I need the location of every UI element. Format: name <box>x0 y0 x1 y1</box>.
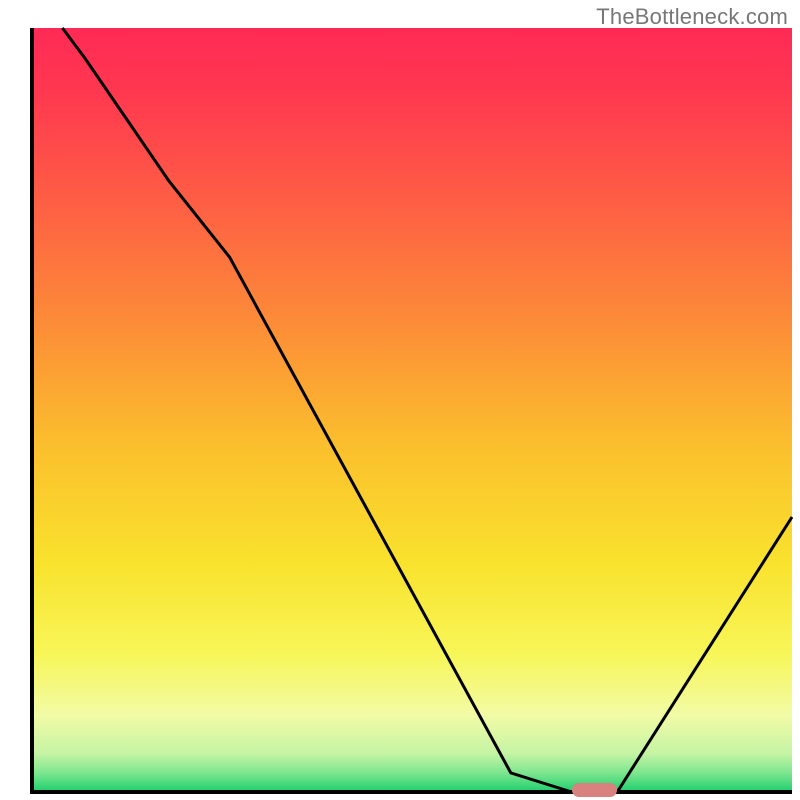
bottleneck-chart: TheBottleneck.com <box>0 0 800 800</box>
watermark-text: TheBottleneck.com <box>596 4 788 30</box>
chart-svg <box>0 0 800 800</box>
optimum-range-marker <box>572 783 618 797</box>
plot-background <box>32 28 792 792</box>
